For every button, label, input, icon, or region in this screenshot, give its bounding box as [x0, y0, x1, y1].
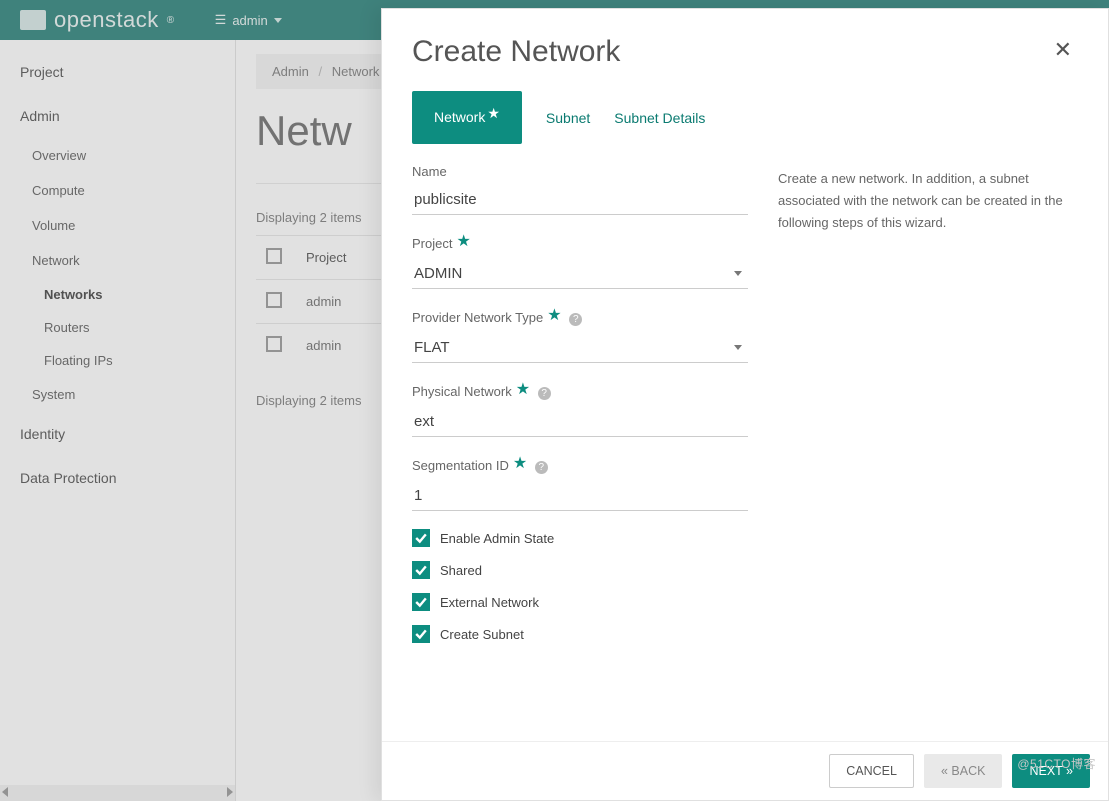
- modal-title: Create Network: [412, 35, 620, 69]
- sidebar-item-system[interactable]: System: [0, 377, 235, 412]
- field-physical-network: Physical Network ★ ?: [412, 381, 748, 437]
- form-column: Name Project ★ Provider Network Type ★ ?: [412, 164, 748, 720]
- field-project: Project ★: [412, 233, 748, 289]
- sidebar-item-data-protection[interactable]: Data Protection: [0, 456, 235, 500]
- breadcrumb-separator: /: [318, 64, 322, 79]
- check-create-subnet[interactable]: Create Subnet: [412, 625, 748, 643]
- sidebar-item-overview[interactable]: Overview: [0, 138, 235, 173]
- sidebar: Project Admin Overview Compute Volume Ne…: [0, 40, 236, 801]
- check-label-create-subnet: Create Subnet: [440, 627, 524, 642]
- required-star-icon: ★: [487, 105, 500, 121]
- back-button[interactable]: « BACK: [924, 754, 1002, 788]
- check-enable-admin-state[interactable]: Enable Admin State: [412, 529, 748, 547]
- sidebar-item-admin[interactable]: Admin: [0, 94, 235, 138]
- row-checkbox[interactable]: [266, 292, 282, 308]
- label-segmentation-id-text: Segmentation ID: [412, 458, 509, 473]
- brand-logo[interactable]: openstack ®: [20, 7, 175, 33]
- breadcrumb-admin[interactable]: Admin: [272, 64, 309, 79]
- check-label-enable-admin-state: Enable Admin State: [440, 531, 554, 546]
- input-segmentation-id[interactable]: [412, 481, 748, 511]
- modal-tabs: Network★ Subnet Subnet Details: [382, 69, 1108, 144]
- label-project-text: Project: [412, 236, 452, 251]
- checkbox-create-subnet[interactable]: [412, 625, 430, 643]
- sidebar-item-identity[interactable]: Identity: [0, 412, 235, 456]
- tab-network[interactable]: Network★: [412, 91, 522, 144]
- row-checkbox[interactable]: [266, 336, 282, 352]
- registered-mark: ®: [167, 15, 175, 26]
- field-name: Name: [412, 164, 748, 215]
- required-star-icon: ★: [516, 381, 530, 398]
- check-icon: [415, 564, 427, 576]
- user-label: admin: [232, 13, 267, 28]
- label-provider-type: Provider Network Type ★ ?: [412, 307, 748, 327]
- check-label-shared: Shared: [440, 563, 482, 578]
- sidebar-item-project[interactable]: Project: [0, 50, 235, 94]
- modal-header: Create Network ✕: [382, 9, 1108, 69]
- brand-text: openstack: [54, 7, 159, 33]
- field-provider-network-type: Provider Network Type ★ ?: [412, 307, 748, 363]
- modal-body: Name Project ★ Provider Network Type ★ ?: [382, 144, 1108, 800]
- sidebar-item-networks[interactable]: Networks: [0, 278, 235, 311]
- help-icon[interactable]: ?: [538, 387, 551, 400]
- tab-network-label: Network: [434, 109, 485, 125]
- breadcrumb-network[interactable]: Network: [332, 64, 380, 79]
- watermark: @51CTO博客: [1017, 755, 1096, 772]
- select-provider-type-value[interactable]: [412, 333, 748, 363]
- modal-footer: CANCEL « BACK NEXT »: [382, 741, 1108, 800]
- select-provider-type[interactable]: [412, 333, 748, 363]
- help-icon[interactable]: ?: [535, 461, 548, 474]
- sidebar-item-compute[interactable]: Compute: [0, 173, 235, 208]
- check-icon: [415, 628, 427, 640]
- cancel-button[interactable]: CANCEL: [829, 754, 914, 788]
- select-all-checkbox[interactable]: [266, 248, 282, 264]
- chevron-down-icon: [274, 18, 282, 23]
- label-project: Project ★: [412, 233, 748, 253]
- sidebar-item-routers[interactable]: Routers: [0, 311, 235, 344]
- user-menu[interactable]: ☰ admin: [215, 12, 282, 28]
- select-project-value[interactable]: [412, 259, 748, 289]
- required-star-icon: ★: [513, 455, 527, 472]
- close-icon[interactable]: ✕: [1048, 35, 1078, 65]
- checkbox-external-network[interactable]: [412, 593, 430, 611]
- checkbox-enable-admin-state[interactable]: [412, 529, 430, 547]
- openstack-logo-icon: [20, 10, 46, 30]
- select-project[interactable]: [412, 259, 748, 289]
- label-physical-network-text: Physical Network: [412, 384, 512, 399]
- required-star-icon: ★: [456, 233, 470, 250]
- check-label-external-network: External Network: [440, 595, 539, 610]
- sidebar-item-floating-ips[interactable]: Floating IPs: [0, 344, 235, 377]
- help-icon[interactable]: ?: [569, 313, 582, 326]
- check-external-network[interactable]: External Network: [412, 593, 748, 611]
- label-provider-type-text: Provider Network Type: [412, 310, 543, 325]
- help-column: Create a new network. In addition, a sub…: [778, 164, 1078, 720]
- label-name: Name: [412, 164, 748, 179]
- field-segmentation-id: Segmentation ID ★ ?: [412, 455, 748, 511]
- check-icon: [415, 532, 427, 544]
- create-network-modal: Create Network ✕ Network★ Subnet Subnet …: [381, 8, 1109, 801]
- list-icon: ☰: [215, 12, 227, 28]
- help-text: Create a new network. In addition, a sub…: [778, 168, 1078, 234]
- checkbox-shared[interactable]: [412, 561, 430, 579]
- tab-subnet-details[interactable]: Subnet Details: [614, 92, 705, 144]
- label-physical-network: Physical Network ★ ?: [412, 381, 748, 401]
- input-physical-network[interactable]: [412, 407, 748, 437]
- input-name[interactable]: [412, 185, 748, 215]
- check-icon: [415, 596, 427, 608]
- sidebar-item-volume[interactable]: Volume: [0, 208, 235, 243]
- label-segmentation-id: Segmentation ID ★ ?: [412, 455, 748, 475]
- check-shared[interactable]: Shared: [412, 561, 748, 579]
- required-star-icon: ★: [547, 307, 561, 324]
- tab-subnet[interactable]: Subnet: [546, 92, 590, 144]
- sidebar-horizontal-scrollbar[interactable]: [0, 785, 235, 801]
- sidebar-item-network[interactable]: Network: [0, 243, 235, 278]
